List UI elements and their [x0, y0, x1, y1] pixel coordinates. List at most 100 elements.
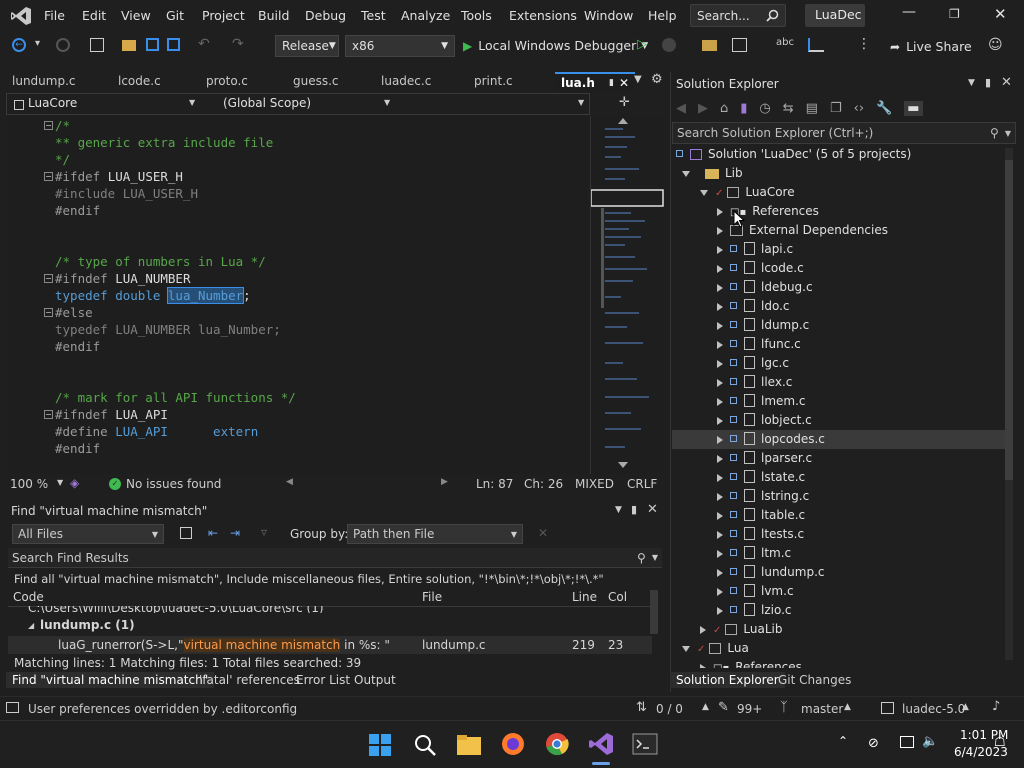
code-line[interactable]: /* type of numbers in Lua */ — [55, 253, 266, 270]
tree-project-lualib[interactable]: ✓ LuaLib — [700, 620, 782, 639]
solution-folder-icon[interactable] — [702, 40, 717, 51]
group-by-dropdown[interactable]: Path then File ▼ — [347, 524, 523, 544]
expand-icon[interactable] — [700, 189, 708, 196]
chevron-up-icon[interactable]: ▲ — [844, 702, 851, 712]
tree-file[interactable]: ldump.c — [672, 316, 1006, 335]
copy-icon[interactable] — [180, 527, 192, 539]
expand-icon[interactable] — [717, 226, 723, 235]
expand-icon[interactable] — [682, 170, 690, 177]
next-result-icon[interactable]: ⇥ — [230, 526, 240, 540]
volume-icon[interactable]: 🔈 — [922, 734, 938, 749]
pending-changes-icon[interactable]: ◷ — [759, 101, 770, 116]
expand-icon[interactable] — [717, 378, 723, 387]
switch-views-icon[interactable]: ▮ — [740, 101, 747, 116]
tab-print[interactable]: print.c — [474, 74, 513, 88]
close-icon[interactable]: ✕ — [1001, 75, 1012, 90]
clear-icon[interactable]: ✕ — [538, 526, 548, 540]
branch-icon[interactable]: ᛉ — [780, 700, 788, 715]
spell-check-icon[interactable]: abc — [776, 37, 794, 48]
show-all-files-icon[interactable]: ❐ — [830, 101, 842, 116]
tree-solution[interactable]: Solution 'LuaDec' (5 of 5 projects) — [676, 145, 911, 164]
feedback-icon[interactable]: ☺ — [988, 37, 1003, 53]
tree-file[interactable]: lundump.c — [672, 563, 1006, 582]
tree-file[interactable]: llex.c — [672, 373, 1006, 392]
start-debugging-button[interactable]: ▶ Local Windows Debugger ▼ — [463, 38, 648, 53]
code-line[interactable]: #else — [55, 304, 93, 321]
menu-window[interactable]: Window — [584, 8, 633, 23]
tab-overflow-icon[interactable]: ▼ — [634, 74, 642, 85]
menu-project[interactable]: Project — [202, 8, 245, 23]
file-explorer-icon[interactable] — [456, 733, 482, 757]
result-row[interactable]: luaG_runerror(S->L,"virtual machine mism… — [8, 636, 652, 654]
view-code-icon[interactable]: ‹› — [854, 101, 864, 116]
tree-file[interactable]: lapi.c — [672, 240, 1006, 259]
previous-result-icon[interactable]: ⇤ — [208, 526, 218, 540]
home-icon[interactable]: ⌂ — [720, 101, 728, 116]
firefox-icon[interactable] — [500, 731, 526, 757]
pin-icon[interactable]: ▮ — [631, 503, 637, 516]
search-icon[interactable] — [413, 733, 437, 757]
expand-icon[interactable] — [717, 454, 723, 463]
tab-lua-h[interactable]: lua.h ▮ ✕ — [555, 72, 635, 92]
close-tab-icon[interactable]: ✕ — [619, 76, 629, 90]
menu-help[interactable]: Help — [648, 8, 677, 23]
chevron-down-icon[interactable]: ▼ — [189, 98, 195, 107]
expand-icon[interactable] — [717, 549, 723, 558]
tree-file[interactable]: lmem.c — [672, 392, 1006, 411]
pin-icon[interactable]: ▮ — [985, 76, 991, 89]
changes-count[interactable]: 0 / 0 — [656, 702, 683, 716]
expand-icon[interactable] — [717, 207, 723, 216]
save-all-icon[interactable] — [167, 38, 180, 51]
menu-file[interactable]: File — [44, 8, 65, 23]
hot-reload-icon[interactable] — [662, 38, 676, 52]
close-icon[interactable]: ✕ — [994, 5, 1007, 23]
column-line[interactable]: Line — [572, 590, 597, 604]
code-line[interactable]: /* — [55, 117, 70, 134]
menu-build[interactable]: Build — [258, 8, 289, 23]
back-icon[interactable]: ◀ — [676, 101, 686, 116]
expand-icon[interactable] — [717, 606, 723, 615]
expand-icon[interactable] — [700, 625, 706, 634]
collapse-all-icon[interactable]: ▤ — [806, 101, 818, 116]
fold-toggle[interactable]: − — [44, 121, 53, 130]
ai-assist-icon[interactable]: ◈ — [70, 476, 79, 490]
expand-icon[interactable] — [717, 568, 723, 577]
back-icon[interactable]: ← — [12, 38, 26, 52]
fold-toggle[interactable]: − — [44, 410, 53, 419]
repository-icon[interactable] — [881, 702, 894, 714]
results-scrollbar[interactable] — [650, 590, 658, 634]
code-line[interactable]: */ — [55, 151, 70, 168]
expand-icon[interactable] — [717, 302, 723, 311]
align-icon[interactable] — [808, 38, 824, 52]
zoom-level[interactable]: 100 % — [10, 477, 48, 491]
scroll-left-icon[interactable]: ◀ — [286, 477, 293, 487]
sync-icon[interactable]: ⇆ — [783, 101, 794, 116]
visual-studio-taskbar-icon[interactable] — [588, 731, 614, 757]
expand-icon[interactable] — [717, 245, 723, 254]
tree-lua-references[interactable]: □▪ References — [700, 658, 802, 668]
save-icon[interactable] — [146, 38, 159, 51]
search-find-results-input[interactable]: Search Find Results ⚲ ▼ — [8, 548, 662, 568]
expand-icon[interactable] — [717, 492, 723, 501]
code-line[interactable]: #endif — [55, 202, 100, 219]
network-icon[interactable]: ⊘ — [868, 736, 879, 751]
line-ending-type[interactable]: CRLF — [627, 477, 657, 491]
expand-icon[interactable] — [700, 663, 706, 668]
tab-find-results[interactable]: Find "virtual machine mismatch" — [6, 672, 215, 688]
code-line[interactable]: /* mark for all API functions */ — [55, 389, 296, 406]
code-line[interactable]: #endif — [55, 440, 100, 457]
fold-toggle[interactable]: − — [44, 274, 53, 283]
code-line[interactable]: typedef double lua_Number; — [55, 287, 251, 304]
chevron-up-icon[interactable]: ▲ — [702, 702, 709, 712]
notification-center-icon[interactable]: ☖ — [994, 735, 1006, 750]
chevron-up-icon[interactable]: ⌃ — [838, 734, 848, 748]
terminal-icon[interactable] — [632, 733, 658, 755]
menu-analyze[interactable]: Analyze — [401, 8, 450, 23]
menu-test[interactable]: Test — [361, 8, 386, 23]
open-folder-icon[interactable] — [122, 40, 136, 51]
scroll-right-icon[interactable]: ▶ — [441, 477, 448, 487]
tab-fatal-references[interactable]: 'fatal' references — [199, 673, 300, 687]
tab-luadec[interactable]: luadec.c — [381, 74, 431, 88]
branch-name[interactable]: master — [801, 702, 843, 716]
solution-name-badge[interactable]: LuaDec — [805, 4, 865, 27]
